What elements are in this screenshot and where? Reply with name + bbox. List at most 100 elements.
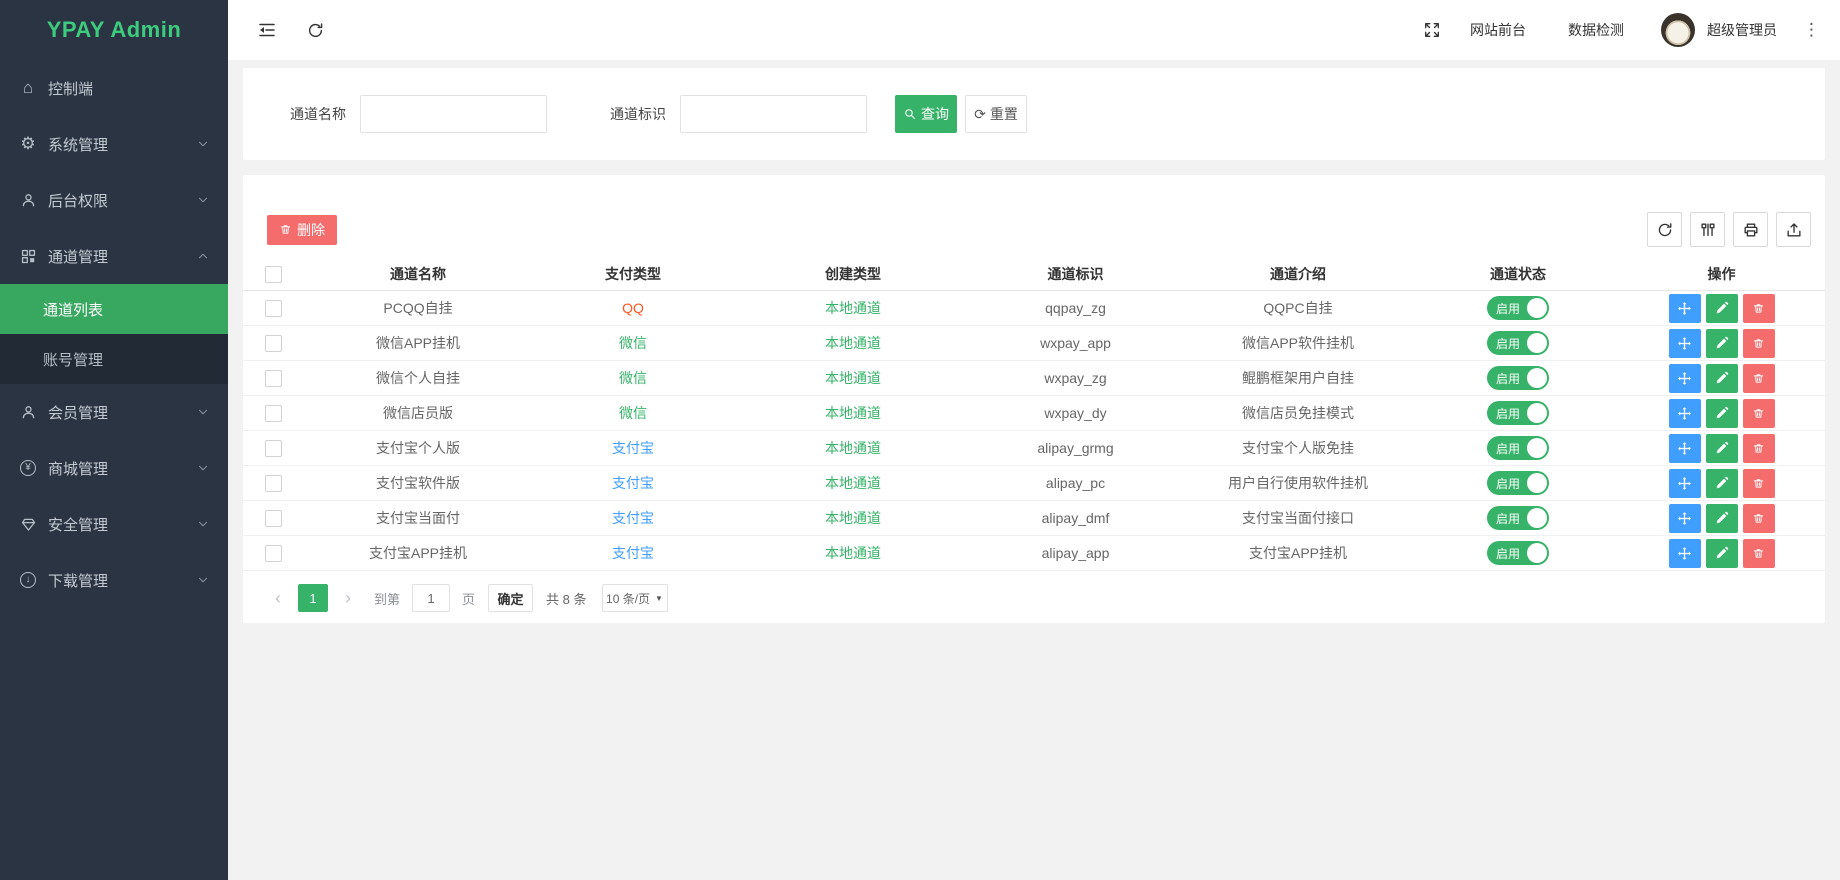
sidebar-item-security[interactable]: 安全管理: [0, 496, 228, 552]
link-site-front[interactable]: 网站前台: [1470, 20, 1526, 40]
move-button[interactable]: [1669, 469, 1701, 498]
channel-code-cell: alipay_grmg: [973, 440, 1178, 456]
kebab-menu-button[interactable]: ⋮: [1803, 20, 1820, 40]
table-row: 支付宝当面付 支付宝 本地通道 alipay_dmf 支付宝当面付接口 启用: [243, 501, 1825, 536]
print-button[interactable]: [1733, 212, 1768, 247]
collapse-menu-button[interactable]: [250, 13, 284, 47]
toggle-knob: [1527, 508, 1547, 528]
edit-button[interactable]: [1706, 294, 1738, 323]
status-label: 启用: [1496, 510, 1520, 527]
sidebar-item-mall[interactable]: ¥ 商城管理: [0, 440, 228, 496]
row-checkbox[interactable]: [265, 300, 282, 317]
per-page-select[interactable]: 10 条/页 ▼: [602, 584, 668, 612]
row-checkbox[interactable]: [265, 335, 282, 352]
total-count: 共 8 条: [546, 589, 586, 608]
move-button[interactable]: [1669, 434, 1701, 463]
move-button[interactable]: [1669, 294, 1701, 323]
channel-intro-cell: 鲲鹏框架用户自挂: [1178, 368, 1418, 388]
sidebar-item-label: 商城管理: [48, 458, 108, 479]
row-checkbox[interactable]: [265, 510, 282, 527]
trash-icon: [1752, 302, 1765, 315]
sidebar-item-control[interactable]: ⌂ 控制端: [0, 60, 228, 116]
topbar: 网站前台 数据检测 超级管理员 ⋮: [228, 0, 1840, 60]
row-checkbox[interactable]: [265, 370, 282, 387]
delete-row-button[interactable]: [1743, 364, 1775, 393]
user-menu[interactable]: 超级管理员: [1661, 13, 1777, 47]
channel-intro-cell: 微信APP软件挂机: [1178, 333, 1418, 353]
sidebar-item-permission[interactable]: 后台权限: [0, 172, 228, 228]
channel-name-cell: 微信个人自挂: [303, 368, 533, 388]
sidebar-item-channel[interactable]: 通道管理: [0, 228, 228, 284]
channel-name-input[interactable]: [360, 95, 547, 133]
sidebar-item-system[interactable]: ⚙ 系统管理: [0, 116, 228, 172]
edit-button[interactable]: [1706, 329, 1738, 358]
row-checkbox[interactable]: [265, 440, 282, 457]
col-header-create-type: 创建类型: [733, 264, 973, 284]
delete-button[interactable]: 删除: [267, 215, 337, 245]
table-header: 通道名称 支付类型 创建类型 通道标识 通道介绍 通道状态 操作: [243, 258, 1825, 291]
select-all-checkbox[interactable]: [265, 266, 282, 283]
confirm-button[interactable]: 确定: [488, 584, 533, 612]
goto-page-input[interactable]: [412, 584, 450, 612]
link-data-check[interactable]: 数据检测: [1568, 20, 1624, 40]
next-page-button[interactable]: ›: [340, 588, 356, 609]
delete-row-button[interactable]: [1743, 399, 1775, 428]
sidebar-subitem-channel-list[interactable]: 通道列表: [0, 284, 228, 334]
search-panel: 通道名称 通道标识 查询 ⟳ 重置: [243, 68, 1825, 160]
status-toggle[interactable]: 启用: [1487, 366, 1549, 390]
edit-button[interactable]: [1706, 539, 1738, 568]
edit-button[interactable]: [1706, 364, 1738, 393]
row-checkbox[interactable]: [265, 405, 282, 422]
delete-row-button[interactable]: [1743, 294, 1775, 323]
move-button[interactable]: [1669, 364, 1701, 393]
query-button[interactable]: 查询: [895, 95, 957, 133]
edit-button[interactable]: [1706, 399, 1738, 428]
export-button[interactable]: [1776, 212, 1811, 247]
create-type-cell: 本地通道: [733, 333, 973, 353]
delete-row-button[interactable]: [1743, 469, 1775, 498]
status-toggle[interactable]: 启用: [1487, 401, 1549, 425]
reset-button[interactable]: ⟳ 重置: [965, 95, 1027, 133]
move-icon: [1677, 441, 1692, 456]
move-button[interactable]: [1669, 504, 1701, 533]
trash-icon: [279, 223, 292, 236]
page-number-button[interactable]: 1: [298, 584, 328, 612]
channel-name-label: 通道名称: [290, 104, 346, 124]
status-toggle[interactable]: 启用: [1487, 541, 1549, 565]
channel-code-cell: alipay_app: [973, 545, 1178, 561]
delete-row-button[interactable]: [1743, 504, 1775, 533]
status-toggle[interactable]: 启用: [1487, 436, 1549, 460]
delete-row-button[interactable]: [1743, 539, 1775, 568]
edit-button[interactable]: [1706, 434, 1738, 463]
status-toggle[interactable]: 启用: [1487, 471, 1549, 495]
edit-button[interactable]: [1706, 469, 1738, 498]
sidebar-subitem-account[interactable]: 账号管理: [0, 334, 228, 384]
refresh-button[interactable]: [298, 13, 332, 47]
row-checkbox[interactable]: [265, 475, 282, 492]
toggle-knob: [1527, 543, 1547, 563]
prev-page-button[interactable]: ‹: [270, 588, 286, 609]
status-label: 启用: [1496, 300, 1520, 317]
sidebar-item-member[interactable]: 会员管理: [0, 384, 228, 440]
table-tools: [1647, 212, 1811, 247]
move-button[interactable]: [1669, 539, 1701, 568]
edit-button[interactable]: [1706, 504, 1738, 533]
channel-code-input[interactable]: [680, 95, 867, 133]
sidebar-item-download[interactable]: ↓ 下载管理: [0, 552, 228, 608]
col-header-actions: 操作: [1618, 264, 1825, 284]
trash-icon: [1752, 512, 1765, 525]
sidebar-item-label: 安全管理: [48, 514, 108, 535]
delete-row-button[interactable]: [1743, 329, 1775, 358]
move-button[interactable]: [1669, 399, 1701, 428]
status-toggle[interactable]: 启用: [1487, 296, 1549, 320]
reset-icon: ⟳: [974, 106, 986, 123]
refresh-table-button[interactable]: [1647, 212, 1682, 247]
move-button[interactable]: [1669, 329, 1701, 358]
row-checkbox[interactable]: [265, 545, 282, 562]
table-rows: PCQQ自挂 QQ 本地通道 qqpay_zg QQPC自挂 启用: [243, 291, 1825, 571]
columns-filter-button[interactable]: [1690, 212, 1725, 247]
status-toggle[interactable]: 启用: [1487, 331, 1549, 355]
delete-row-button[interactable]: [1743, 434, 1775, 463]
status-toggle[interactable]: 启用: [1487, 506, 1549, 530]
fullscreen-button[interactable]: [1415, 13, 1449, 47]
